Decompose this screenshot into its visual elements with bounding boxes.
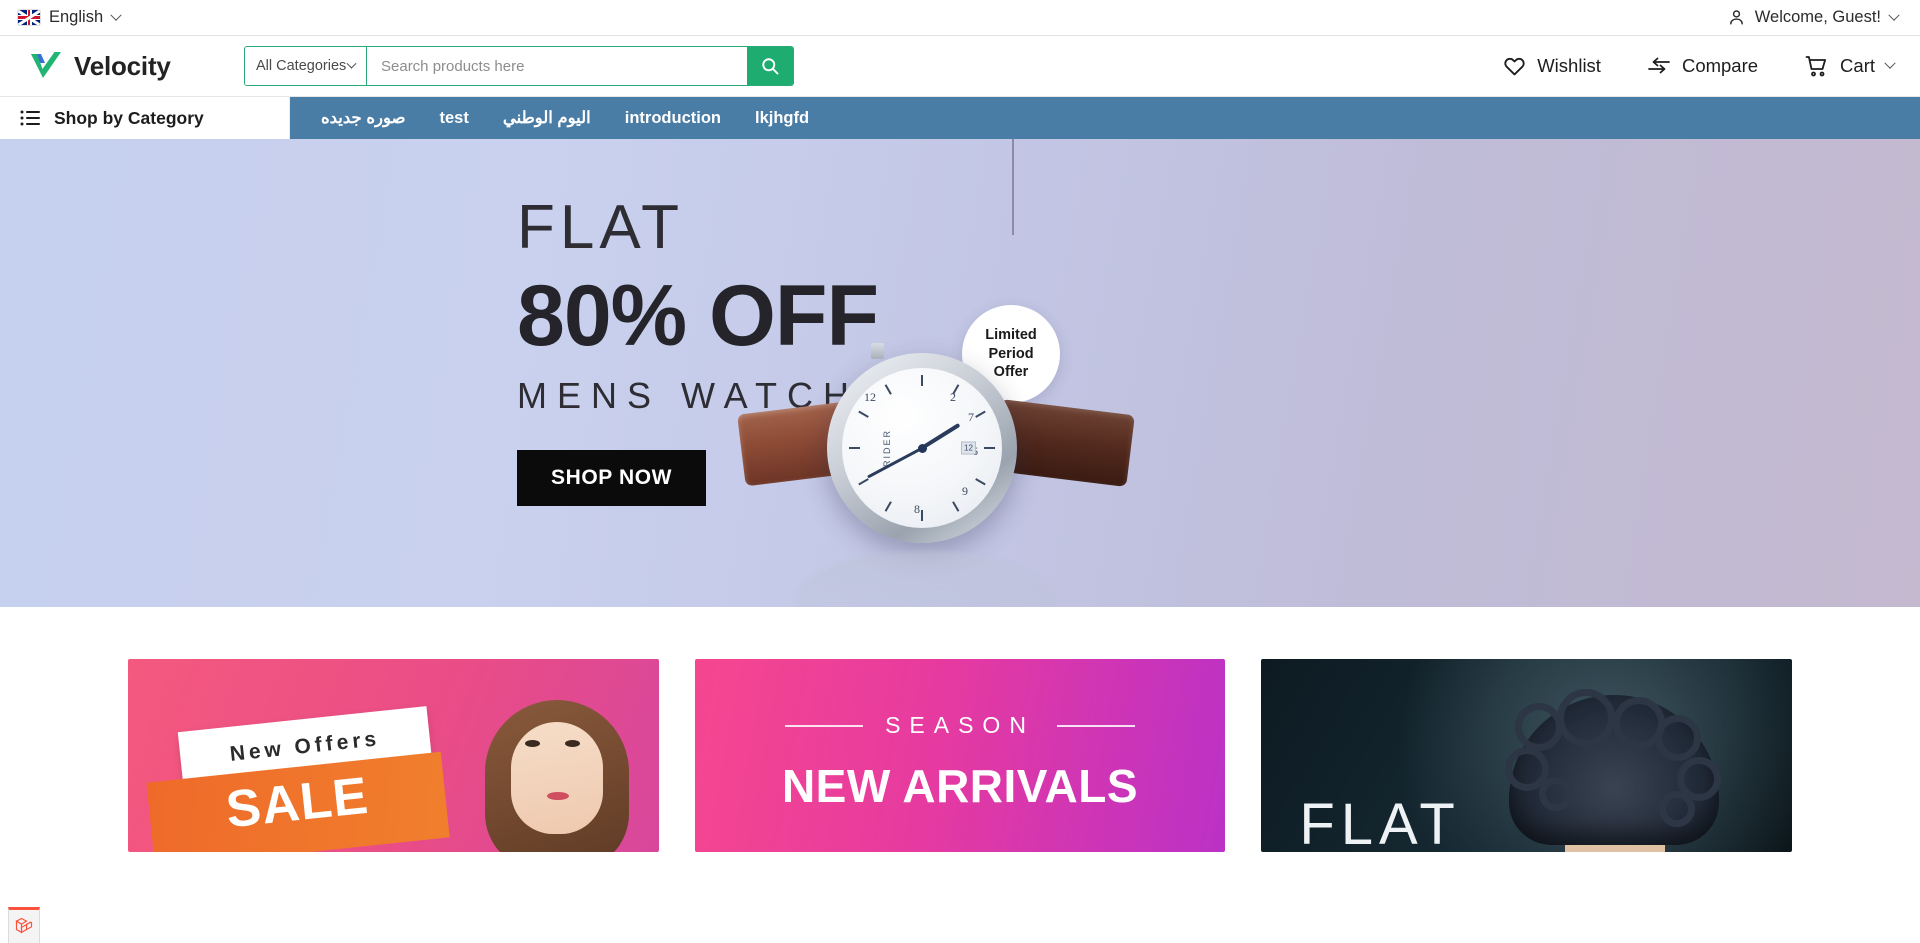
watch-numeral-8: 8 [914,502,920,516]
compare-label: Compare [1681,55,1759,76]
site-header: Velocity All Categories Wishlist [0,36,1920,97]
search-icon [760,56,780,76]
nav-item-lkjhgfd[interactable]: lkjhgfd [738,97,826,139]
velocity-check-logo [28,50,62,82]
flat-label: FLAT [1299,792,1461,852]
search-submit-button[interactable] [747,47,793,85]
cart-button[interactable]: Cart [1804,54,1896,78]
nav-item-introduction[interactable]: introduction [608,97,738,139]
wishlist-button[interactable]: Wishlist [1503,55,1601,78]
wristwatch-product-image: 12 2 7 6 9 8 RIDER 12 [735,329,1135,607]
search-bar: All Categories [244,46,794,86]
badge-hanger-line [1012,139,1014,235]
wishlist-label: Wishlist [1537,55,1601,76]
watch-center-pin [917,443,927,453]
uk-flag-icon [18,10,40,25]
chevron-down-icon [1888,9,1900,21]
nav-item-national-day[interactable]: اليوم الوطني [486,97,608,139]
language-label: English [49,8,104,26]
brand-name: Velocity [74,50,171,81]
rule-left [785,724,864,727]
watch-date-window: 12 [961,441,976,455]
heart-icon [1503,55,1526,78]
brand-logo-link[interactable]: Velocity [28,50,236,82]
shopping-cart-icon [1804,54,1829,78]
model-photo-woman [477,682,637,852]
chevron-down-icon [1884,57,1896,69]
nav-item-test[interactable]: test [423,97,486,139]
list-menu-icon [20,110,40,126]
new-arrivals-label: NEW ARRIVALS [781,760,1139,812]
watch-dial: 12 2 7 6 9 8 RIDER 12 [842,368,1002,528]
primary-nav-row: Shop by Category صوره جديده test اليوم ا… [0,97,1920,139]
hero-flat-label: FLAT [517,193,684,262]
rule-right [1056,724,1135,727]
watch-brand-text: RIDER [882,428,893,468]
watch-numeral-12: 12 [864,390,876,404]
model-photo-curly-hair [1504,689,1721,852]
promo-card-flat-offer[interactable]: FLAT [1261,659,1793,852]
compare-button[interactable]: Compare [1647,55,1758,77]
search-input[interactable] [367,47,747,85]
watch-minute-hand [866,446,923,479]
chevron-down-icon [346,58,357,69]
top-utility-bar: English Welcome, Guest! [0,0,1920,36]
season-eyebrow: SEASON [785,712,1135,739]
watch-numeral-7: 7 [968,410,974,424]
season-label: SEASON [885,712,1035,738]
cart-label: Cart [1840,55,1875,76]
nav-item-sora-jadida[interactable]: صوره جديده [304,97,423,139]
sale-label: SALE [223,766,372,840]
shop-by-category-button[interactable]: Shop by Category [0,97,290,139]
watch-hour-hand [920,422,961,450]
main-menu: صوره جديده test اليوم الوطني introductio… [290,97,1920,139]
promo-card-new-arrivals[interactable]: SEASON NEW ARRIVALS [694,659,1226,852]
watch-case: 12 2 7 6 9 8 RIDER 12 [827,353,1017,543]
category-select-label: All Categories [256,58,347,74]
shop-now-button[interactable]: SHOP NOW [517,450,707,507]
watch-crown [871,343,884,359]
watch-numeral-2: 2 [950,390,956,404]
compare-arrows-icon [1647,55,1671,77]
category-select[interactable]: All Categories [245,47,367,85]
laravel-debugbar-icon [14,917,34,937]
promo-card-new-offers[interactable]: New Offers SALE [128,659,659,852]
header-actions: Wishlist Compare Cart [1503,54,1920,78]
welcome-label: Welcome, Guest! [1754,8,1881,26]
language-selector[interactable]: English [18,8,122,27]
watch-reflection [795,551,1055,607]
account-menu[interactable]: Welcome, Guest! [1727,8,1900,27]
user-icon [1727,8,1746,27]
promo-card-row: New Offers SALE SEASON NEW ARRIVALS FLAT [0,607,1920,852]
hero-banner[interactable]: FLAT 80% OFF MENS WATCHES SHOP NOW Limit… [0,139,1920,607]
watch-numeral-9: 9 [962,484,968,498]
chevron-down-icon [110,9,122,21]
laravel-debugbar-toggle[interactable] [8,907,40,943]
shop-by-category-label: Shop by Category [54,107,204,128]
